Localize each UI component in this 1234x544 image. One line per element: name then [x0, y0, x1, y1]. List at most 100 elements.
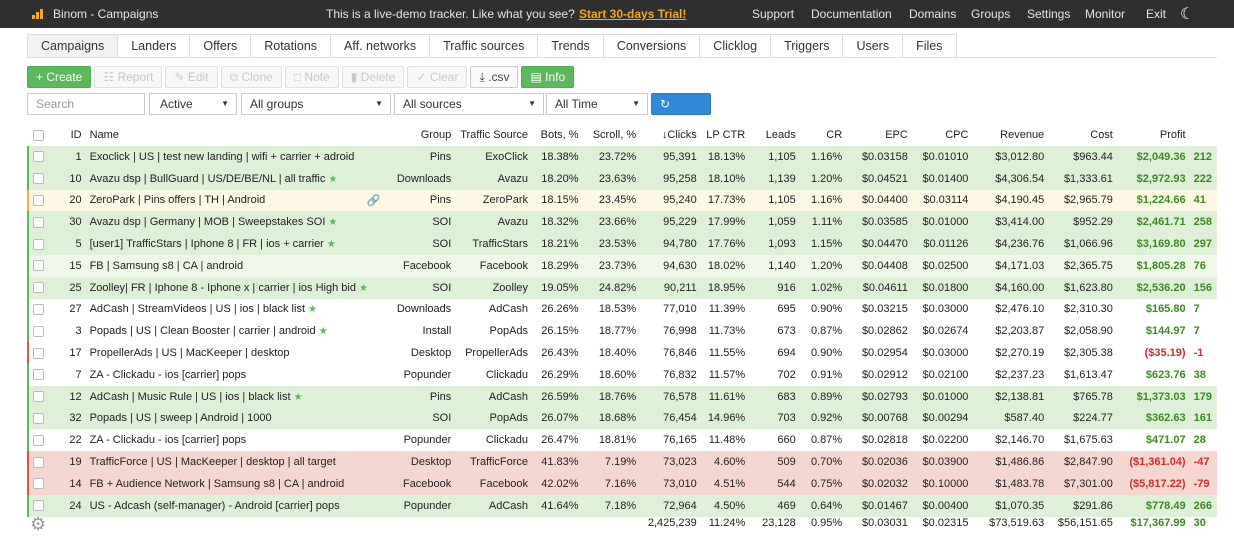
- col-name[interactable]: Name: [86, 124, 385, 146]
- row-checkbox[interactable]: [27, 407, 50, 430]
- row-checkbox[interactable]: [27, 146, 50, 168]
- source-select[interactable]: All sources ▼: [394, 93, 544, 115]
- table-row[interactable]: 27 AdCash | StreamVideos | US | ios | bla…: [27, 298, 1217, 321]
- nav-settings[interactable]: Settings: [1027, 7, 1070, 21]
- cell-name[interactable]: Avazu dsp | BullGuard | US/DE/BE/NL | al…: [85, 167, 385, 190]
- tab-clicklog[interactable]: Clicklog: [699, 34, 772, 58]
- moon-icon[interactable]: ☾: [1180, 4, 1194, 24]
- clear-button[interactable]: ✓ Clear: [407, 66, 468, 88]
- tab-rotations[interactable]: Rotations: [250, 34, 332, 58]
- row-checkbox[interactable]: [27, 429, 50, 452]
- col-clicks[interactable]: ↓Clicks: [640, 124, 701, 146]
- campaign-name[interactable]: Zoolley| FR | Iphone 8 - Iphone x | carr…: [90, 282, 356, 294]
- row-checkbox[interactable]: [27, 167, 50, 190]
- table-row[interactable]: 3 Popads | US | Clean Booster | carrier |…: [27, 320, 1217, 343]
- delete-button[interactable]: ▮ Delete: [341, 66, 405, 88]
- table-row[interactable]: 17 PropellerAds | US | MacKeeper | deskto…: [27, 342, 1217, 364]
- start-trial-link[interactable]: Start 30-days Trial!: [579, 7, 686, 21]
- create-button[interactable]: + Create: [27, 66, 92, 88]
- nav-groups[interactable]: Groups: [971, 7, 1010, 21]
- table-row[interactable]: 30 Avazu dsp | Germany | MOB | Sweepstake…: [27, 211, 1217, 234]
- col-profit[interactable]: Profit: [1117, 124, 1190, 146]
- nav-documentation[interactable]: Documentation: [811, 7, 892, 21]
- campaign-name[interactable]: FB | Samsung s8 | CA | android: [90, 260, 243, 272]
- col-cost[interactable]: Cost: [1048, 124, 1117, 146]
- row-checkbox[interactable]: [27, 298, 50, 321]
- cell-name[interactable]: AdCash | StreamVideos | US | ios | black…: [85, 298, 385, 321]
- row-checkbox[interactable]: [27, 451, 50, 473]
- table-row[interactable]: 25 Zoolley| FR | Iphone 8 - Iphone x | ca…: [27, 276, 1217, 299]
- report-button[interactable]: ☷ Report: [94, 66, 163, 88]
- campaign-name[interactable]: PropellerAds | US | MacKeeper | desktop: [90, 347, 290, 359]
- col-leads[interactable]: Leads: [749, 124, 800, 146]
- campaign-name[interactable]: Exoclick | US | test new landing | wifi …: [90, 151, 355, 163]
- tab-aff-networks[interactable]: Aff. networks: [330, 34, 431, 58]
- period-select[interactable]: All Time ▼: [546, 93, 648, 115]
- nav-exit[interactable]: Exit: [1146, 7, 1166, 21]
- table-row[interactable]: 7 ZA - Clickadu - ios [carrier] pops Popun…: [27, 363, 1217, 386]
- table-row[interactable]: 19 TrafficForce | US | MacKeeper | deskto…: [27, 451, 1217, 473]
- tab-trends[interactable]: Trends: [537, 34, 604, 58]
- row-checkbox[interactable]: [27, 254, 50, 277]
- col-cr[interactable]: CR: [800, 124, 846, 146]
- campaign-name[interactable]: AdCash | StreamVideos | US | ios | black…: [90, 303, 305, 315]
- campaign-name[interactable]: AdCash | Music Rule | US | ios | black l…: [90, 391, 291, 403]
- cell-name[interactable]: Exoclick | US | test new landing | wifi …: [85, 146, 385, 168]
- campaign-name[interactable]: Avazu dsp | Germany | MOB | Sweepstakes …: [90, 216, 326, 228]
- tab-files[interactable]: Files: [902, 34, 957, 58]
- row-checkbox[interactable]: [27, 363, 50, 386]
- cell-name[interactable]: ZA - Clickadu - ios [carrier] pops: [85, 429, 385, 452]
- note-button[interactable]: □ Note: [284, 66, 339, 88]
- campaign-name[interactable]: FB + Audience Network | Samsung s8 | CA …: [90, 478, 345, 490]
- cell-name[interactable]: Popads | US | sweep | Android | 1000: [85, 407, 385, 430]
- col-epc[interactable]: EPC: [846, 124, 912, 146]
- search-input[interactable]: Search: [27, 93, 145, 115]
- csv-button[interactable]: ⤓ .csv: [470, 66, 519, 88]
- status-select[interactable]: Active ▼: [149, 93, 237, 115]
- campaign-name[interactable]: Popads | US | Clean Booster | carrier | …: [90, 325, 316, 337]
- campaign-name[interactable]: ZA - Clickadu - ios [carrier] pops: [90, 369, 247, 381]
- col-id[interactable]: ID: [49, 124, 85, 146]
- col-bots[interactable]: Bots, %: [532, 124, 583, 146]
- tab-conversions[interactable]: Conversions: [602, 34, 701, 58]
- campaign-name[interactable]: [user1] TrafficStars | Iphone 8 | FR | i…: [90, 238, 324, 250]
- refresh-button[interactable]: ↻ Refresh: [651, 93, 712, 131]
- row-checkbox[interactable]: [27, 276, 50, 299]
- cell-name[interactable]: Popads | US | Clean Booster | carrier | …: [85, 320, 385, 343]
- nav-domains[interactable]: Domains: [909, 7, 956, 21]
- cell-name[interactable]: TrafficForce | US | MacKeeper | desktop …: [85, 451, 385, 473]
- row-checkbox[interactable]: [27, 472, 50, 495]
- table-row[interactable]: 15 FB | Samsung s8 | CA | android Facebook…: [27, 254, 1217, 277]
- col-traffic-source[interactable]: Traffic Source: [455, 124, 532, 146]
- campaign-name[interactable]: US - Adcash (self-manager) - Android [ca…: [90, 500, 340, 512]
- cell-name[interactable]: PropellerAds | US | MacKeeper | desktop: [85, 342, 385, 364]
- tab-landers[interactable]: Landers: [117, 34, 191, 58]
- table-row[interactable]: 32 Popads | US | sweep | Android | 1000 SO…: [27, 407, 1217, 430]
- cell-name[interactable]: AdCash | Music Rule | US | ios | black l…: [85, 385, 385, 408]
- info-button[interactable]: ▤ Info: [521, 66, 575, 88]
- cell-name[interactable]: FB + Audience Network | Samsung s8 | CA …: [85, 472, 385, 495]
- cell-name[interactable]: [user1] TrafficStars | Iphone 8 | FR | i…: [85, 233, 385, 255]
- tab-triggers[interactable]: Triggers: [770, 34, 844, 58]
- edit-button[interactable]: ✎ Edit: [165, 66, 218, 88]
- row-checkbox[interactable]: [27, 385, 50, 408]
- campaign-name[interactable]: TrafficForce | US | MacKeeper | desktop …: [90, 456, 336, 468]
- row-checkbox[interactable]: [27, 211, 50, 234]
- cell-name[interactable]: Zoolley| FR | Iphone 8 - Iphone x | carr…: [85, 276, 385, 299]
- cell-name[interactable]: ZA - Clickadu - ios [carrier] pops: [85, 363, 385, 386]
- group-select[interactable]: All groups ▼: [241, 93, 391, 115]
- clone-button[interactable]: ⧉ Clone: [220, 66, 282, 88]
- tab-traffic-sources[interactable]: Traffic sources: [429, 34, 539, 58]
- table-row[interactable]: 22 ZA - Clickadu - ios [carrier] pops Popu…: [27, 429, 1217, 452]
- cell-name[interactable]: ZeroPark | Pins offers | TH | Android 🔗: [85, 189, 385, 212]
- link-icon[interactable]: 🔗: [367, 194, 381, 207]
- table-row[interactable]: 10 Avazu dsp | BullGuard | US/DE/BE/NL | …: [27, 167, 1217, 190]
- tab-offers[interactable]: Offers: [189, 34, 252, 58]
- col-revenue[interactable]: Revenue: [972, 124, 1048, 146]
- col-cpc[interactable]: CPC: [912, 124, 973, 146]
- select-all-checkbox[interactable]: [27, 124, 49, 146]
- col-extra[interactable]: [1190, 124, 1217, 146]
- tab-users[interactable]: Users: [842, 34, 904, 58]
- row-checkbox[interactable]: [27, 233, 50, 255]
- row-checkbox[interactable]: [27, 320, 50, 343]
